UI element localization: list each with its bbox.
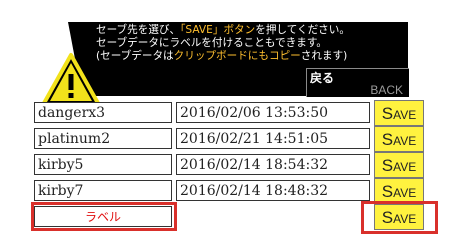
instruction-line-3-b: されます) xyxy=(300,50,348,62)
instruction-line-3: (セーブデータはクリップボードにもコピーされます) xyxy=(96,50,416,63)
save-button-rest: AVE xyxy=(393,134,417,148)
save-button-rest: AVE xyxy=(393,186,417,200)
slot-label-field[interactable]: dangerx3 xyxy=(34,102,172,123)
instruction-text: セーブ先を選び、「SAVE」ボタンを押してください。 セーブデータにラベルを付け… xyxy=(96,24,416,63)
clipboard-highlight: クリップボードにもコピー xyxy=(173,50,301,62)
save-slot-row: dangerx3 2016/02/06 13:53:50 SAVE xyxy=(0,100,471,128)
save-slot-row: kirby5 2016/02/14 18:54:32 SAVE xyxy=(0,152,471,180)
save-button-cap: S xyxy=(381,130,394,149)
slot-date: 2016/02/14 18:54:32 xyxy=(176,154,370,175)
slot-label-field[interactable]: platinum2 xyxy=(34,128,172,149)
new-slot-date xyxy=(176,206,370,227)
back-button[interactable]: 戻る BACK xyxy=(306,68,409,97)
slot-label-field[interactable]: kirby7 xyxy=(34,180,172,201)
save-button-cap: S xyxy=(381,104,394,123)
save-button-cap: S xyxy=(381,182,394,201)
save-button-cap: S xyxy=(381,156,394,175)
save-button-rest: AVE xyxy=(393,160,417,174)
instruction-line-1-a: セーブ先を選び、 xyxy=(96,24,181,36)
slot-date: 2016/02/14 18:48:32 xyxy=(176,180,370,201)
instruction-banner: セーブ先を選び、「SAVE」ボタンを押してください。 セーブデータにラベルを付け… xyxy=(40,22,409,107)
save-slot-row: platinum2 2016/02/21 14:51:05 SAVE xyxy=(0,126,471,154)
slot-label-field[interactable]: kirby5 xyxy=(34,154,172,175)
instruction-line-2: セーブデータにラベルを付けることもできます。 xyxy=(96,37,327,49)
back-label-en: BACK xyxy=(370,83,403,97)
save-button[interactable]: SAVE xyxy=(374,152,424,178)
save-highlight-frame xyxy=(361,201,438,234)
save-button[interactable]: SAVE xyxy=(374,100,424,126)
slot-date: 2016/02/06 13:53:50 xyxy=(176,102,370,123)
save-button-highlight: 「SAVE」ボタン xyxy=(180,24,256,36)
instruction-line-1: セーブ先を選び、「SAVE」ボタンを押してください。 xyxy=(96,24,416,37)
instruction-line-1-b: を押してください。 xyxy=(255,24,350,36)
save-button[interactable]: SAVE xyxy=(374,126,424,152)
save-button-rest: AVE xyxy=(393,108,417,122)
instruction-line-3-a: (セーブデータは xyxy=(96,50,174,62)
slot-date: 2016/02/21 14:51:05 xyxy=(176,128,370,149)
back-label-jp: 戻る xyxy=(310,71,335,85)
label-highlight-frame xyxy=(31,202,177,231)
